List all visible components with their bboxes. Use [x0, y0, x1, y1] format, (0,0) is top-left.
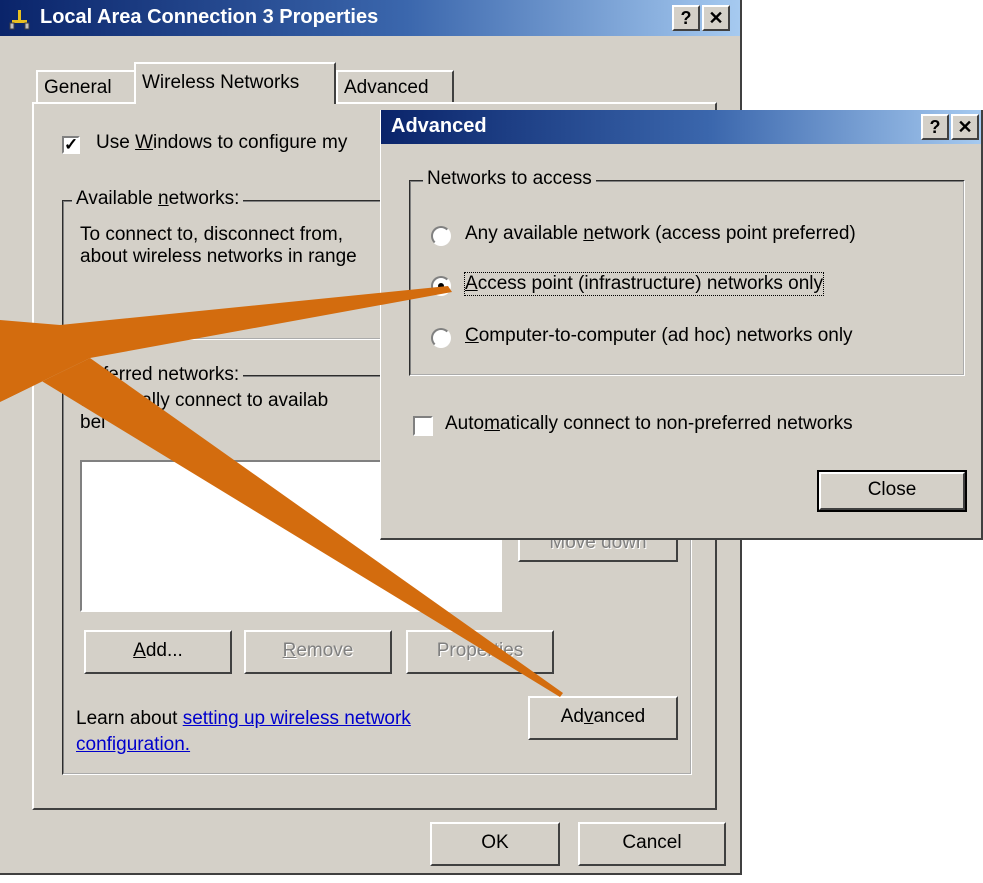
close-icon: ✕ — [708, 8, 724, 28]
tab-wireless-networks[interactable]: Wireless Networks — [134, 62, 336, 104]
close-button[interactable]: ✕ — [702, 5, 730, 31]
ok-button[interactable]: OK — [430, 822, 560, 866]
button-label: Close — [867, 479, 917, 500]
auto-connect-checkbox[interactable] — [413, 416, 433, 436]
use-windows-label[interactable]: Use Windows to configure my — [96, 132, 347, 154]
check-mark-icon: ✓ — [64, 135, 79, 154]
access-key: A — [465, 273, 478, 294]
access-key: n — [158, 188, 169, 209]
text-line: bel — [80, 412, 106, 433]
help-button[interactable]: ? — [672, 5, 700, 31]
label-text: Use — [96, 132, 136, 153]
preferred-networks-text: tomatically connect to availab bel — [80, 390, 328, 434]
label-text: ccess point (infrastructure) networks on… — [477, 273, 823, 294]
access-key: n — [583, 223, 594, 244]
label-text: Any available — [465, 223, 584, 244]
remove-button[interactable]: Remove — [244, 630, 392, 674]
button-label: dd... — [145, 640, 183, 661]
advanced-help-button[interactable]: ? — [921, 114, 949, 140]
label-text: etwork (access point preferred) — [593, 223, 856, 244]
tab-wireless-label: Wireless Networks — [142, 72, 300, 93]
learn-about-text: Learn about setting up wireless network … — [76, 706, 411, 758]
advanced-close-x-button[interactable]: ✕ — [951, 114, 979, 140]
label-text: Available — [76, 188, 159, 209]
label-text: atically connect to non-preferred networ… — [499, 413, 853, 434]
use-windows-checkbox[interactable]: ✓ — [62, 136, 80, 154]
close-icon: ✕ — [957, 117, 973, 137]
cancel-button[interactable]: Cancel — [578, 822, 726, 866]
advanced-title: Advanced — [391, 115, 487, 137]
button-label: Cancel — [622, 832, 682, 853]
radio-ad-hoc-only[interactable] — [431, 328, 451, 348]
radio-access-point-only[interactable] — [431, 276, 451, 296]
access-key: R — [282, 640, 297, 661]
button-label: Ad — [560, 706, 584, 727]
title-bar[interactable]: Local Area Connection 3 Properties ? ✕ — [0, 0, 740, 36]
access-point-only-label[interactable]: Access point (infrastructure) networks o… — [464, 272, 824, 296]
tab-advanced[interactable]: Advanced — [336, 70, 454, 102]
advanced-dialog: Advanced ? ✕ Networks to access Any avai… — [380, 110, 983, 540]
available-networks-group — [62, 200, 392, 340]
label-text: indows to configure my — [153, 132, 348, 153]
preferred-networks-label: referred networks: — [82, 364, 244, 386]
any-network-label[interactable]: Any available network (access point pref… — [465, 223, 856, 245]
available-networks-label: Available networks: — [72, 188, 244, 210]
button-label: Properties — [436, 640, 524, 661]
wireless-setup-link-cont[interactable]: configuration. — [76, 734, 190, 755]
add-button[interactable]: Add... — [84, 630, 232, 674]
available-networks-text: To connect to, disconnect from, about wi… — [80, 224, 357, 268]
access-key: m — [484, 413, 500, 434]
network-connection-icon — [9, 10, 30, 30]
text-line: tomatically connect to availab — [80, 390, 329, 411]
close-button[interactable]: Close — [817, 470, 967, 512]
wireless-setup-link[interactable]: setting up wireless network — [183, 708, 411, 729]
window-title: Local Area Connection 3 Properties — [40, 6, 379, 28]
help-icon: ? — [929, 117, 941, 137]
label-text: Networks to access — [427, 168, 592, 189]
button-label: emove — [296, 640, 354, 661]
radio-any-network[interactable] — [431, 226, 451, 246]
access-key: W — [135, 132, 154, 153]
tab-general[interactable]: General — [36, 70, 136, 102]
advanced-button[interactable]: Advanced — [528, 696, 678, 740]
button-label: OK — [481, 832, 509, 853]
label-text: Auto — [445, 413, 485, 434]
auto-connect-label[interactable]: Automatically connect to non-preferred n… — [445, 413, 853, 435]
access-key: A — [133, 640, 146, 661]
text-line: To connect to, disconnect from, — [80, 224, 343, 245]
label-text: etworks: — [168, 188, 240, 209]
text: Learn about — [76, 708, 183, 729]
access-key: C — [465, 325, 479, 346]
tab-advanced-label: Advanced — [344, 77, 429, 98]
advanced-title-bar[interactable]: Advanced ? ✕ — [381, 110, 981, 144]
tab-general-label: General — [44, 77, 112, 98]
label-text: referred networks: — [86, 364, 240, 385]
help-icon: ? — [680, 8, 692, 28]
label-text: omputer-to-computer (ad hoc) networks on… — [478, 325, 853, 346]
text-line: about wireless networks in range — [80, 246, 357, 267]
properties-button[interactable]: Properties — [406, 630, 554, 674]
button-label: anced — [593, 706, 646, 727]
networks-to-access-label: Networks to access — [423, 168, 596, 190]
ad-hoc-only-label[interactable]: Computer-to-computer (ad hoc) networks o… — [465, 325, 853, 347]
